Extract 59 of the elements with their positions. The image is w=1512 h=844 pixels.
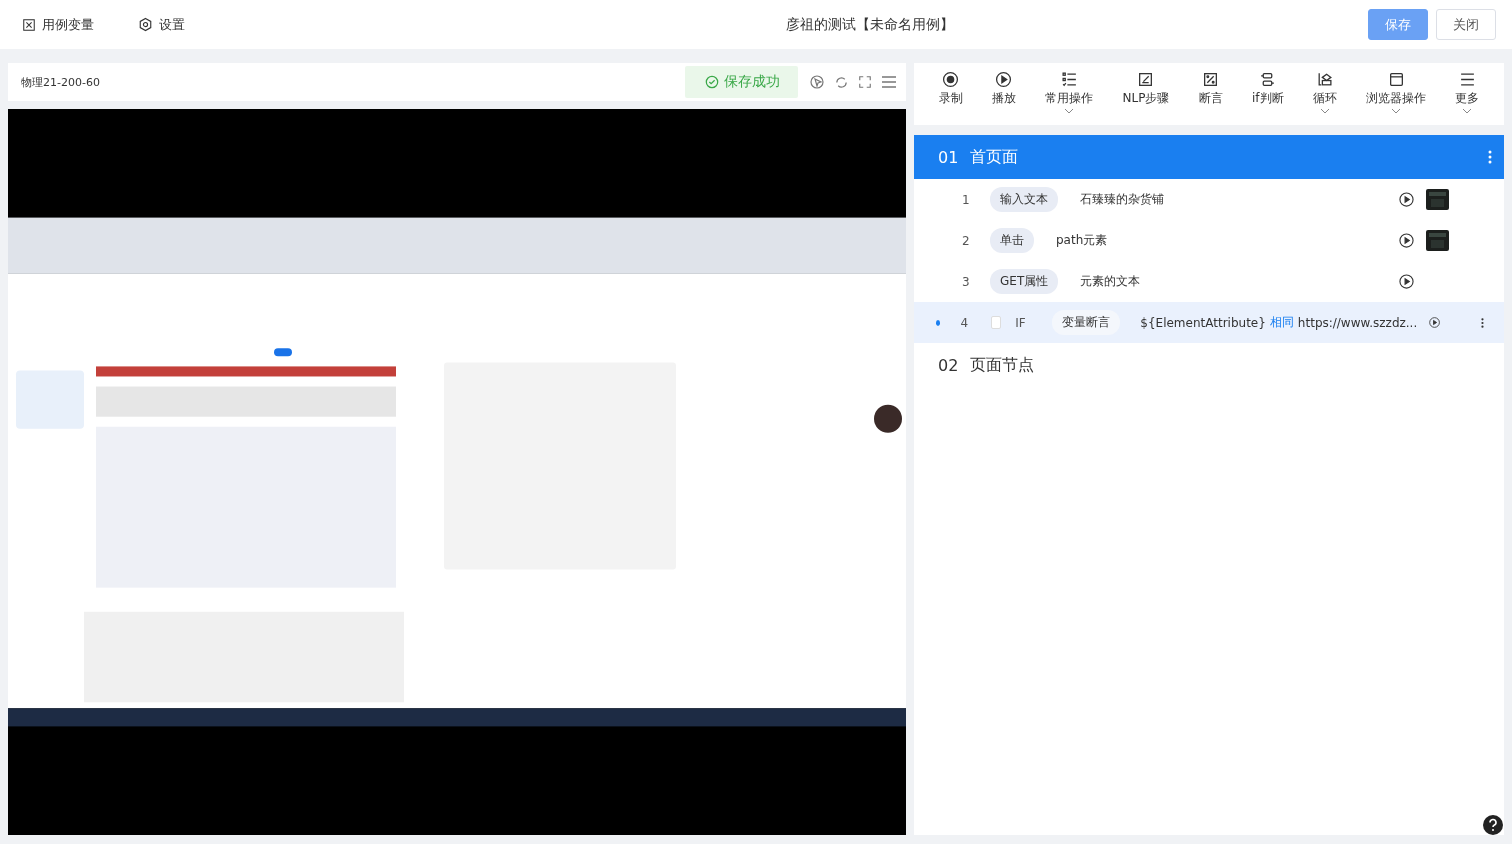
step-type: GET属性 <box>990 269 1059 294</box>
toolbar-button[interactable]: NLP步骤 <box>1107 71 1185 115</box>
section-title: 首页面 <box>970 146 1020 168</box>
variable-icon <box>22 17 36 32</box>
step-number: 3 <box>962 274 971 289</box>
step-value: https://www.szzdz... <box>1297 315 1418 330</box>
play-icon[interactable] <box>1399 274 1414 289</box>
toolbar-button[interactable]: 更多 <box>1440 71 1494 115</box>
checkbox[interactable] <box>991 316 1002 329</box>
close-button[interactable]: 关闭 <box>1436 9 1496 40</box>
step-type: 变量断言 <box>1052 310 1121 335</box>
help-icon[interactable] <box>1482 814 1504 836</box>
toolbar-button[interactable]: 常用操作 <box>1030 71 1108 115</box>
step-keyword: IF <box>1015 315 1027 330</box>
step-operator: 相同 <box>1269 314 1294 331</box>
record-icon <box>942 71 960 88</box>
section-header[interactable]: 01 首页面 <box>914 135 1504 179</box>
step-text: 石臻臻的杂货铺 <box>1080 191 1165 208</box>
branch-icon <box>1259 71 1277 88</box>
loop-icon <box>1316 71 1334 88</box>
caret-icon <box>1391 108 1402 114</box>
settings-icon <box>138 17 153 32</box>
toolbar-button[interactable]: 浏览器操作 <box>1351 71 1441 115</box>
section-title: 页面节点 <box>970 354 1036 376</box>
top-link[interactable]: 设置 <box>138 15 185 34</box>
percent-box-icon <box>1202 71 1220 88</box>
list-icon <box>1060 71 1078 88</box>
step-number: 1 <box>962 192 971 207</box>
toolbar-button[interactable]: 断言 <box>1184 71 1238 115</box>
step-text: path元素 <box>1056 232 1109 249</box>
menu-icon <box>1458 71 1476 88</box>
top-link[interactable]: 用例变量 <box>22 15 94 34</box>
step-type: 单击 <box>990 228 1034 253</box>
play-icon <box>995 71 1013 88</box>
toolbar-button[interactable]: 录制 <box>924 71 978 115</box>
step-expression: ${ElementAttribute} <box>1140 315 1266 330</box>
step-type: 输入文本 <box>990 187 1058 212</box>
toolbar-button[interactable]: 循环 <box>1298 71 1352 115</box>
device-name: 物理21-200-60 <box>21 74 101 90</box>
check-circle-icon <box>705 75 719 89</box>
play-icon[interactable] <box>1399 192 1414 207</box>
page-title: 彦祖的测试【未命名用例】 <box>784 15 955 34</box>
save-status: 保存成功 <box>685 66 798 98</box>
caret-icon <box>1319 108 1330 114</box>
step-text: 元素的文本 <box>1080 273 1142 290</box>
toolbar-button[interactable]: 播放 <box>977 71 1031 115</box>
browser-window-icon <box>1387 71 1405 88</box>
play-icon[interactable] <box>1399 233 1414 248</box>
more-icon[interactable] <box>1481 315 1484 330</box>
edit-box-icon <box>1137 71 1155 88</box>
caret-icon <box>1462 108 1473 114</box>
toolbar-button[interactable]: if判断 <box>1237 71 1299 115</box>
step-number: 4 <box>960 315 970 330</box>
section-index: 02 <box>938 355 959 375</box>
step-number: 2 <box>962 233 971 248</box>
section-index: 01 <box>938 147 959 167</box>
step-row[interactable]: 4 IF 变量断言 ${ElementAttribute} 相同 https://www.szzdz... <box>914 302 1504 343</box>
play-icon[interactable] <box>1429 315 1441 330</box>
caret-icon <box>1064 108 1075 114</box>
